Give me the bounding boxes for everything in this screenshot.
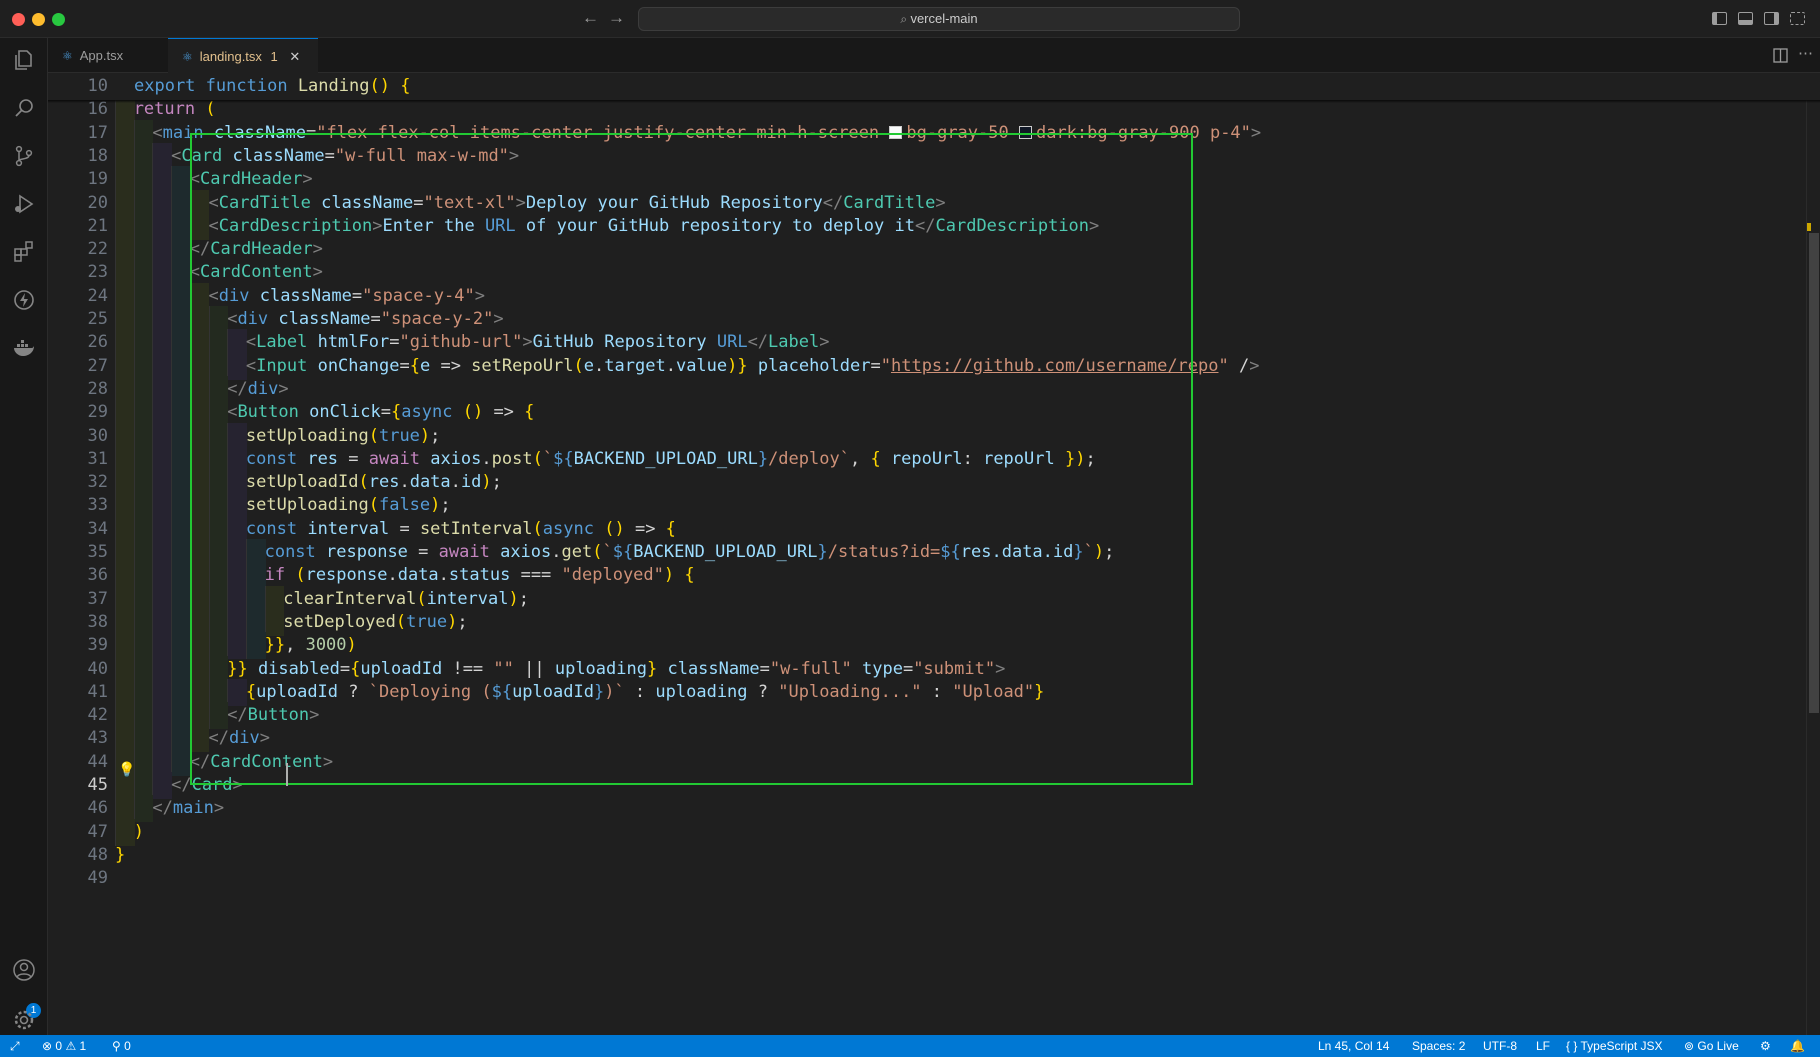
error-icon: ⊗ <box>42 1039 53 1053</box>
text-cursor <box>286 763 288 786</box>
error-count: 0 <box>55 1039 63 1053</box>
end-of-line[interactable]: LF <box>1536 1035 1550 1057</box>
copilot-icon[interactable]: ⚙ <box>1760 1035 1771 1057</box>
code-row[interactable]: 49 <box>48 865 1820 892</box>
minimize-window-button[interactable] <box>32 13 45 26</box>
explorer-icon[interactable] <box>12 48 36 72</box>
code-editor[interactable]: 10 export function Landing() { 16 return … <box>48 73 1820 1035</box>
encoding[interactable]: UTF-8 <box>1483 1035 1517 1057</box>
lightbulb-icon[interactable]: 💡 <box>118 761 135 778</box>
scrollbar-thumb[interactable] <box>1809 233 1819 713</box>
line-number: 49 <box>87 868 108 889</box>
toggle-panel-icon[interactable] <box>1738 12 1753 25</box>
editor-tabs: ⚛ App.tsx ⚛ landing.tsx 1 ✕ ⋯ <box>48 38 1820 73</box>
toggle-primary-sidebar-icon[interactable] <box>1712 12 1727 25</box>
run-debug-icon[interactable] <box>12 192 36 216</box>
warning-icon: ⚠ <box>65 1039 77 1053</box>
account-icon[interactable] <box>12 958 36 982</box>
editor-scrollbar[interactable] <box>1806 73 1820 1035</box>
command-center-label: vercel-main <box>910 11 978 26</box>
status-bar: ⤢ ⊗ 0 ⚠ 1 ⚲ 0 Ln 45, Col 14 Spaces: 2 UT… <box>0 1035 1820 1057</box>
problems-indicator[interactable]: ⊗ 0 ⚠ 1 <box>42 1035 86 1057</box>
react-file-icon: ⚛ <box>182 50 193 64</box>
cursor-position[interactable]: Ln 45, Col 14 <box>1318 1035 1389 1057</box>
tab-landing-tsx[interactable]: ⚛ landing.tsx 1 ✕ <box>168 38 318 73</box>
title-bar: ← → ⌕ vercel-main <box>0 0 1820 38</box>
code-line: export function Landing() { <box>134 76 411 96</box>
forward-arrow-icon[interactable]: → <box>608 8 625 28</box>
ports-icon: ⚲ <box>112 1039 121 1053</box>
search-icon: ⌕ <box>900 12 911 26</box>
scrollbar-warning-marker <box>1807 223 1811 231</box>
sticky-scroll-line[interactable]: 10 export function Landing() { <box>48 73 1820 100</box>
source-control-icon[interactable] <box>12 144 36 168</box>
toggle-secondary-sidebar-icon[interactable] <box>1764 12 1779 25</box>
ports-count: 0 <box>124 1039 131 1053</box>
docker-icon[interactable] <box>12 336 36 360</box>
more-actions-icon[interactable]: ⋯ <box>1798 44 1813 62</box>
ports-indicator[interactable]: ⚲ 0 <box>112 1035 131 1057</box>
broadcast-icon: ⊚ <box>1684 1039 1695 1053</box>
maximize-window-button[interactable] <box>52 13 65 26</box>
tab-app-tsx[interactable]: ⚛ App.tsx <box>48 38 168 73</box>
back-arrow-icon[interactable]: ← <box>582 8 599 28</box>
split-editor-icon[interactable] <box>1773 48 1788 63</box>
go-live-button[interactable]: ⊚ Go Live <box>1684 1035 1739 1057</box>
customize-layout-icon[interactable] <box>1790 12 1805 25</box>
close-icon[interactable]: ✕ <box>289 49 300 64</box>
line-number: 10 <box>87 76 108 96</box>
command-center[interactable]: ⌕ vercel-main <box>638 7 1240 31</box>
remote-icon[interactable] <box>12 288 36 312</box>
language-mode[interactable]: { } TypeScript JSX <box>1566 1035 1663 1057</box>
tab-problem-count: 1 <box>270 49 278 64</box>
indentation[interactable]: Spaces: 2 <box>1412 1035 1465 1057</box>
notifications-bell-icon[interactable]: 🔔 <box>1790 1035 1805 1057</box>
settings-icon[interactable] <box>12 1008 36 1032</box>
tab-label: landing.tsx <box>199 49 262 64</box>
color-swatch <box>889 125 903 139</box>
remote-indicator-icon[interactable]: ⤢ <box>10 1035 20 1057</box>
extensions-icon[interactable] <box>12 240 36 264</box>
close-window-button[interactable] <box>12 13 25 26</box>
color-swatch <box>1018 125 1032 139</box>
react-file-icon: ⚛ <box>62 49 73 63</box>
search-icon[interactable] <box>12 96 36 120</box>
activity-bar: 1 <box>0 38 48 1037</box>
tab-label: App.tsx <box>79 48 124 63</box>
warning-count: 1 <box>79 1039 87 1053</box>
sticky-scroll-shadow <box>48 100 1820 103</box>
braces-icon: { } <box>1566 1039 1578 1053</box>
